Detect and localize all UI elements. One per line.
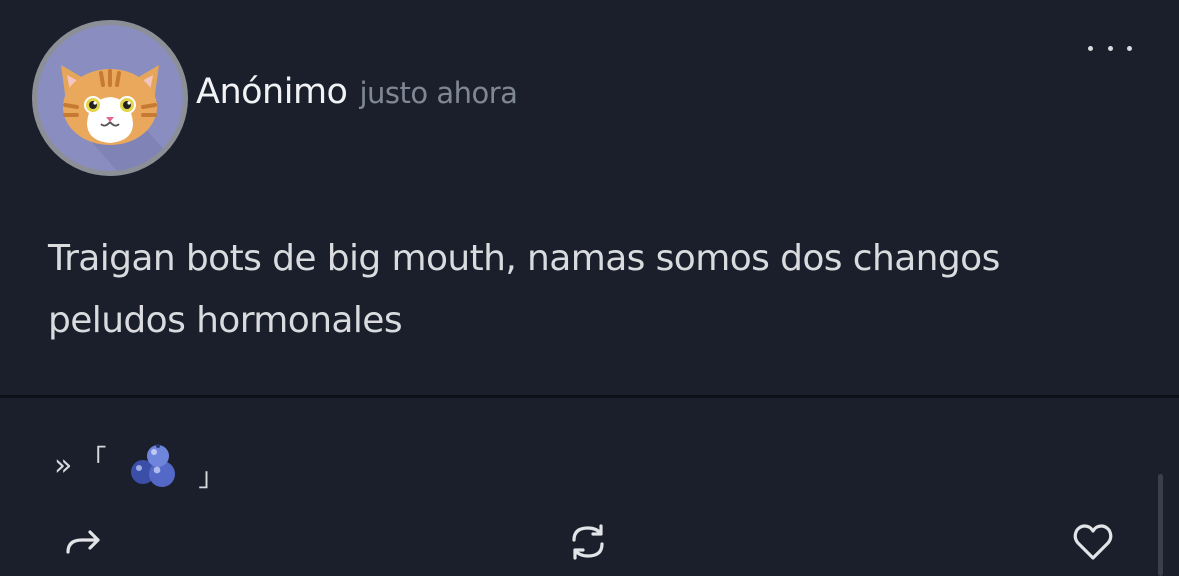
scrollbar[interactable] (1158, 474, 1163, 576)
signature-prefix: » (54, 448, 73, 483)
cat-face-icon (61, 65, 183, 171)
avatar[interactable] (32, 20, 188, 176)
more-dots-icon (1127, 45, 1132, 51)
repost-button[interactable] (566, 520, 610, 564)
heart-icon (1073, 524, 1113, 560)
author-name[interactable]: Anónimo (196, 72, 348, 112)
repost-icon (572, 524, 604, 560)
share-arrow-icon (66, 530, 100, 554)
signature-open-bracket: 「 (80, 444, 107, 475)
like-button[interactable] (1071, 520, 1115, 564)
share-button[interactable] (62, 520, 106, 564)
divider (0, 395, 1179, 398)
post-card: Anónimo justo ahora Traigan bots de big … (0, 0, 1179, 576)
more-options-button[interactable] (1088, 36, 1132, 60)
signature: » 「 」 (54, 436, 224, 496)
author-line: Anónimo justo ahora (196, 72, 518, 120)
post-text: Traigan bots de big mouth, namas somos d… (48, 238, 1000, 341)
more-dots-icon (1088, 45, 1093, 51)
signature-close-bracket: 」 (198, 462, 225, 493)
more-dots-icon (1107, 45, 1113, 51)
blueberries-icon (131, 444, 176, 487)
timestamp: justo ahora (359, 76, 518, 110)
